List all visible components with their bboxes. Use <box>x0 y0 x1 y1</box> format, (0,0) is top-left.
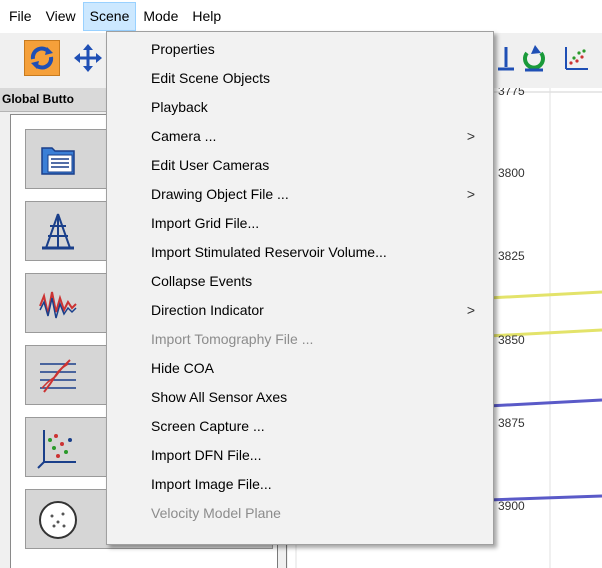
menu-item-direction-indicator[interactable]: Direction Indicator > <box>107 296 493 325</box>
menu-item-collapse-events[interactable]: Collapse Events <box>107 267 493 296</box>
points-icon <box>565 47 588 70</box>
menu-item-label: Playback <box>151 99 208 115</box>
menu-item-import-image-file[interactable]: Import Image File... <box>107 470 493 499</box>
rotate-icon <box>30 46 54 70</box>
menu-item-show-all-sensor-axes[interactable]: Show All Sensor Axes <box>107 383 493 412</box>
menu-item-camera[interactable]: Camera ... > <box>107 122 493 151</box>
menu-item-velocity-model-plane: Velocity Model Plane <box>107 499 493 528</box>
menu-item-screen-capture[interactable]: Screen Capture ... <box>107 412 493 441</box>
move-tool-button[interactable] <box>70 40 106 76</box>
menu-help[interactable]: Help <box>185 2 228 31</box>
menu-item-label: Show All Sensor Axes <box>151 389 288 405</box>
menu-file[interactable]: File <box>2 2 39 31</box>
menu-item-label: Import DFN File... <box>151 447 262 463</box>
menu-item-label: Camera ... <box>151 128 217 144</box>
menu-item-label: Screen Capture ... <box>151 418 265 434</box>
menu-item-properties[interactable]: Properties <box>107 35 493 64</box>
rotate-tool-button[interactable] <box>24 40 60 76</box>
menu-item-label: Import Grid File... <box>151 215 260 231</box>
menu-item-import-tomography-file: Import Tomography File ... <box>107 325 493 354</box>
waveform-icon <box>39 291 77 319</box>
menu-item-edit-scene-objects[interactable]: Edit Scene Objects <box>107 64 493 93</box>
menu-item-edit-user-cameras[interactable]: Edit User Cameras <box>107 151 493 180</box>
menu-scene[interactable]: Scene <box>82 2 137 31</box>
menu-item-label: Drawing Object File ... <box>151 186 289 202</box>
traces-icon <box>40 359 76 393</box>
depth-label: 3775 <box>498 88 525 98</box>
scatter-icon <box>37 430 76 469</box>
depth-label: 3825 <box>498 249 525 263</box>
points-tool-button[interactable] <box>558 40 594 76</box>
depth-label: 3850 <box>498 333 525 347</box>
menu-item-label: Import Image File... <box>151 476 272 492</box>
well-view-icon <box>498 47 514 71</box>
move-icon <box>74 44 102 72</box>
menu-item-import-srv[interactable]: Import Stimulated Reservoir Volume... <box>107 238 493 267</box>
menu-item-label: Import Stimulated Reservoir Volume... <box>151 244 387 260</box>
depth-label: 3900 <box>498 499 525 513</box>
stereonet-icon <box>39 501 77 539</box>
menu-item-label: Direction Indicator <box>151 302 264 318</box>
menu-item-drawing-object-file[interactable]: Drawing Object File ... > <box>107 180 493 209</box>
menu-item-playback[interactable]: Playback <box>107 93 493 122</box>
folder-icon <box>41 147 75 175</box>
menu-mode[interactable]: Mode <box>136 2 185 31</box>
menu-item-label: Properties <box>151 41 215 57</box>
scene-dropdown-menu: Properties Edit Scene Objects Playback C… <box>106 31 494 545</box>
menu-bar: File View Scene Mode Help <box>0 0 602 33</box>
menu-item-label: Import Tomography File ... <box>151 331 314 347</box>
refresh-tool-button[interactable] <box>516 40 552 76</box>
depth-label: 3875 <box>498 416 525 430</box>
submenu-arrow-icon: > <box>466 302 475 318</box>
submenu-arrow-icon: > <box>466 128 475 144</box>
submenu-arrow-icon: > <box>466 186 475 202</box>
panel-header: Global Butto <box>0 88 108 112</box>
menu-item-label: Velocity Model Plane <box>151 505 281 521</box>
menu-item-import-grid-file[interactable]: Import Grid File... <box>107 209 493 238</box>
menu-item-import-dfn-file[interactable]: Import DFN File... <box>107 441 493 470</box>
menu-item-label: Edit User Cameras <box>151 157 270 173</box>
derrick-icon <box>42 213 74 250</box>
menu-view[interactable]: View <box>39 2 83 31</box>
refresh-icon <box>523 45 545 72</box>
depth-label: 3800 <box>498 166 525 180</box>
menu-item-label: Hide COA <box>151 360 215 376</box>
menu-item-label: Collapse Events <box>151 273 253 289</box>
menu-item-label: Edit Scene Objects <box>151 70 271 86</box>
menu-item-hide-coa[interactable]: Hide COA <box>107 354 493 383</box>
